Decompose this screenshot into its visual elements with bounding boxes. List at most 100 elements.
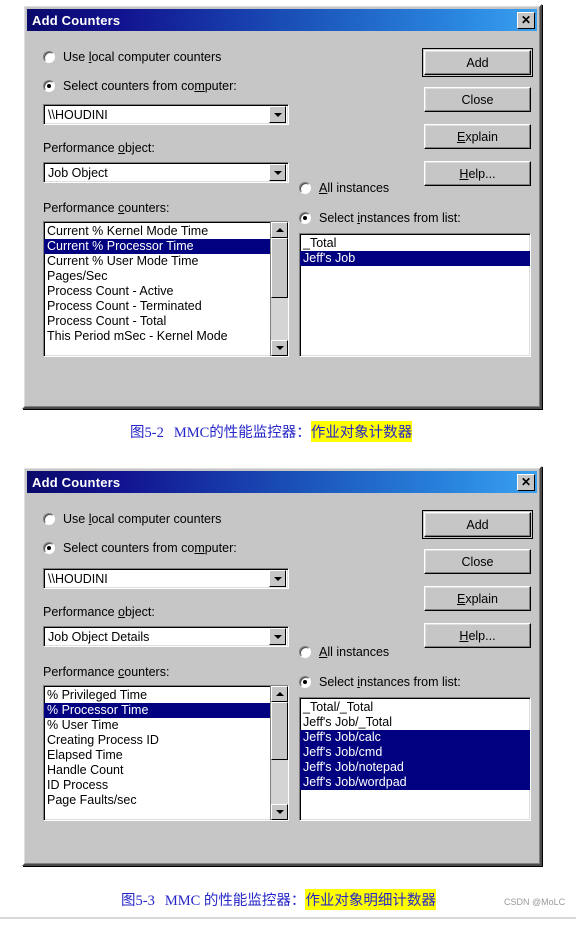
list-item[interactable]: This Period mSec - Kernel Mode [44, 329, 270, 344]
list-item[interactable]: Page Faults/sec [44, 793, 270, 808]
performance-counters-label-1: Performance counters: [43, 201, 170, 215]
performance-counters-listbox-2[interactable]: % Privileged Time% Processor Time% User … [43, 685, 289, 821]
radio-select-instances-1[interactable]: Select instances from list: [299, 211, 461, 225]
scroll-thumb[interactable] [271, 238, 288, 298]
radio-select-counters-from-computer-2[interactable]: Select counters from computer: [43, 541, 237, 555]
scroll-thumb[interactable] [271, 702, 288, 760]
caption-1-middle: MMC的性能监控器： [173, 425, 311, 441]
computer-combobox-1[interactable]: \\HOUDINI [43, 104, 289, 125]
performance-counters-listbox-1[interactable]: Current % Kernel Mode Time Current % Proc… [43, 221, 289, 357]
list-item[interactable]: % Privileged Time [44, 688, 270, 703]
close-icon[interactable]: ✕ [517, 11, 535, 29]
radio-label: All instances [319, 181, 390, 195]
radio-label: All instances [319, 645, 390, 659]
radio-indicator [299, 182, 311, 194]
chevron-down-icon[interactable] [269, 570, 286, 587]
computer-combobox-value: \\HOUDINI [48, 571, 108, 586]
scroll-up-icon[interactable] [271, 686, 288, 702]
list-item[interactable]: % User Time [44, 718, 270, 733]
list-item[interactable]: Current % Kernel Mode Time [44, 224, 270, 239]
help-button-2[interactable]: Help... [424, 623, 531, 648]
radio-indicator [299, 646, 311, 658]
list-item[interactable]: Jeff's Job/calc [300, 730, 530, 745]
radio-use-local-counters-2[interactable]: Use local computer counters [43, 512, 221, 526]
radio-label: Select instances from list: [319, 675, 461, 689]
counters-scrollbar-1[interactable] [270, 222, 288, 356]
scroll-down-icon[interactable] [271, 340, 288, 356]
list-item[interactable]: Current % Processor Time [44, 239, 270, 254]
titlebar-2[interactable]: Add Counters ✕ [27, 471, 537, 493]
close-icon[interactable]: ✕ [517, 473, 535, 491]
chevron-down-icon[interactable] [269, 106, 286, 123]
caption-1-prefix: 图5-2 [130, 425, 164, 441]
close-button-1[interactable]: Close [424, 87, 531, 112]
radio-indicator [299, 212, 311, 224]
computer-combobox-value: \\HOUDINI [48, 107, 108, 122]
computer-combobox-2[interactable]: \\HOUDINI [43, 568, 289, 589]
figure-caption-1: 图5-2 MMC的性能监控器： 作业对象计数器 [130, 421, 413, 442]
radio-indicator [43, 513, 55, 525]
performance-object-combobox-1[interactable]: Job Object [43, 162, 289, 183]
list-item[interactable]: Process Count - Total [44, 314, 270, 329]
performance-object-label-2: Performance object: [43, 605, 155, 619]
instances-listbox-1[interactable]: _Total Jeff's Job [299, 233, 531, 357]
radio-all-instances-1[interactable]: All instances [299, 181, 389, 195]
chevron-down-icon[interactable] [269, 628, 286, 645]
add-button-1[interactable]: Add [422, 48, 533, 77]
list-item[interactable]: Process Count - Terminated [44, 299, 270, 314]
counters-scrollbar-2[interactable] [270, 686, 288, 820]
caption-1-highlight: 作业对象计数器 [310, 421, 413, 442]
list-item[interactable]: Jeff's Job/cmd [300, 745, 530, 760]
radio-label: Use local computer counters [63, 50, 222, 64]
radio-label: Select counters from computer: [63, 541, 237, 555]
caption-2-prefix: 图5-3 [121, 893, 155, 909]
list-item[interactable]: _Total/_Total [300, 700, 530, 715]
list-item[interactable]: Handle Count [44, 763, 270, 778]
radio-all-instances-2[interactable]: All instances [299, 645, 389, 659]
list-item[interactable]: Elapsed Time [44, 748, 270, 763]
chevron-down-icon[interactable] [269, 164, 286, 181]
bottom-divider [0, 917, 576, 919]
radio-indicator [299, 676, 311, 688]
scroll-track[interactable] [271, 702, 288, 804]
caption-2-middle: MMC 的性能监控器： [164, 893, 306, 909]
performance-object-value: Job Object Details [48, 629, 150, 644]
close-button-2[interactable]: Close [424, 549, 531, 574]
add-counters-dialog-1: Add Counters ✕ Use local computer counte… [22, 4, 542, 409]
list-item[interactable]: % Processor Time [44, 703, 270, 718]
list-item[interactable]: Jeff's Job/notepad [300, 760, 530, 775]
instances-list-1[interactable]: _Total Jeff's Job [300, 234, 530, 356]
scroll-down-icon[interactable] [271, 804, 288, 820]
radio-select-counters-from-computer-1[interactable]: Select counters from computer: [43, 79, 237, 93]
caption-2-highlight: 作业对象明细计数器 [305, 889, 436, 910]
performance-object-label-1: Performance object: [43, 141, 155, 155]
explain-button-2[interactable]: Explain [424, 586, 531, 611]
list-item[interactable]: Jeff's Job/wordpad [300, 775, 530, 790]
performance-object-combobox-2[interactable]: Job Object Details [43, 626, 289, 647]
list-item[interactable]: Current % User Mode Time [44, 254, 270, 269]
counters-list-2[interactable]: % Privileged Time% Processor Time% User … [44, 686, 270, 820]
titlebar-1[interactable]: Add Counters ✕ [27, 9, 537, 31]
list-item[interactable]: Pages/Sec [44, 269, 270, 284]
help-button-1[interactable]: Help... [424, 161, 531, 186]
list-item[interactable]: Creating Process ID [44, 733, 270, 748]
radio-label: Select instances from list: [319, 211, 461, 225]
radio-use-local-counters-1[interactable]: Use local computer counters [43, 50, 221, 64]
list-item[interactable]: Process Count - Active [44, 284, 270, 299]
list-item[interactable]: Jeff's Job/_Total [300, 715, 530, 730]
list-item[interactable]: Jeff's Job [300, 251, 530, 266]
radio-indicator [43, 80, 55, 92]
scroll-up-icon[interactable] [271, 222, 288, 238]
counters-list-1[interactable]: Current % Kernel Mode Time Current % Proc… [44, 222, 270, 356]
explain-button-1[interactable]: Explain [424, 124, 531, 149]
list-item[interactable]: ID Process [44, 778, 270, 793]
add-counters-dialog-2: Add Counters ✕ Use local computer counte… [22, 466, 542, 866]
instances-list-2[interactable]: _Total/_Total Jeff's Job/_Total Jeff's Job… [300, 698, 530, 820]
instances-listbox-2[interactable]: _Total/_Total Jeff's Job/_Total Jeff's Job… [299, 697, 531, 821]
list-item[interactable]: _Total [300, 236, 530, 251]
scroll-track[interactable] [271, 238, 288, 340]
dialog-title-1: Add Counters [32, 12, 121, 28]
radio-select-instances-2[interactable]: Select instances from list: [299, 675, 461, 689]
radio-indicator [43, 542, 55, 554]
add-button-2[interactable]: Add [422, 510, 533, 539]
